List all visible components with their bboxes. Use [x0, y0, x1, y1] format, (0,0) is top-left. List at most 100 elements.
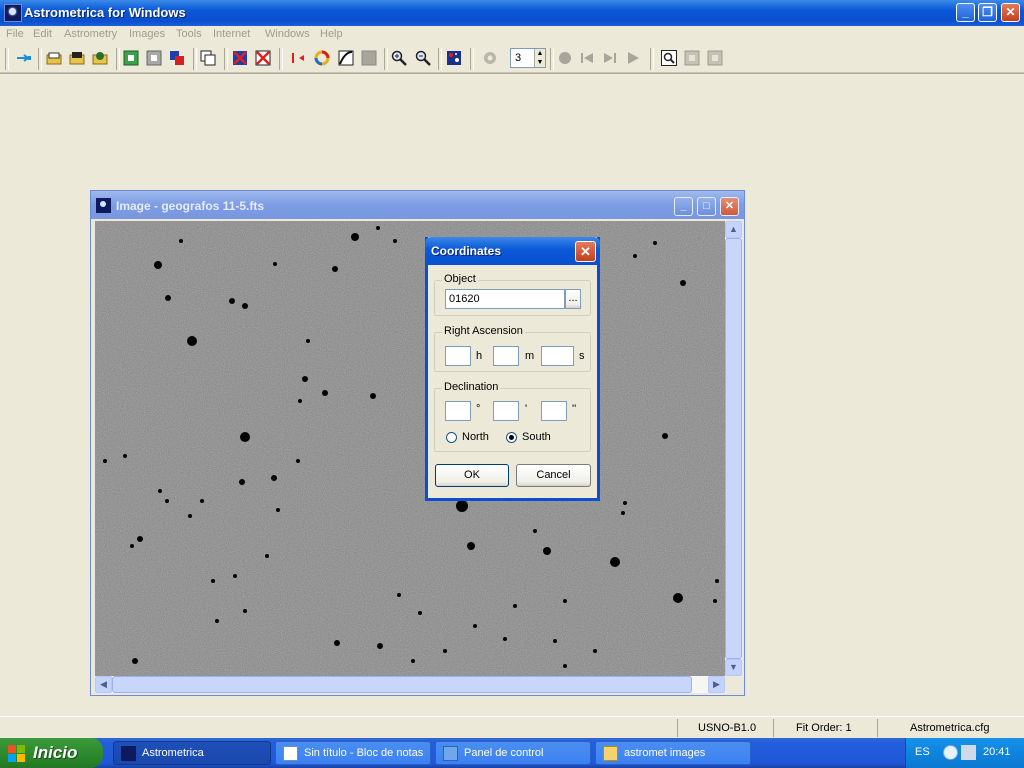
- dec-degrees-input[interactable]: [445, 401, 471, 421]
- star: [242, 303, 248, 309]
- language-indicator[interactable]: ES: [915, 746, 930, 758]
- north-label[interactable]: North: [462, 431, 489, 443]
- zoom-in-icon[interactable]: [391, 50, 407, 66]
- image-maximize-button[interactable]: □: [697, 197, 716, 216]
- object-browse-button[interactable]: ...: [565, 289, 581, 309]
- spin-down-icon[interactable]: ▼: [534, 58, 545, 67]
- status-fit-order: Fit Order: 1: [796, 722, 852, 734]
- add-image-icon[interactable]: [123, 50, 139, 66]
- star-field-image[interactable]: [95, 221, 725, 676]
- dec-arcsec-input[interactable]: [541, 401, 567, 421]
- gray-box-1-icon[interactable]: [684, 50, 700, 66]
- star: [543, 547, 551, 555]
- scroll-left-icon[interactable]: ◀: [95, 676, 112, 693]
- star: [467, 542, 475, 550]
- coordinates-dialog[interactable]: Coordinates ✕ Object 01620 ... Right Asc…: [425, 237, 600, 501]
- delete-red-icon[interactable]: [232, 50, 248, 66]
- network-icon[interactable]: [961, 745, 976, 760]
- gray-box-2-icon[interactable]: [707, 50, 723, 66]
- frame-spin-value[interactable]: 3: [515, 52, 521, 64]
- zoom-out-icon[interactable]: [415, 50, 431, 66]
- north-radio[interactable]: [446, 432, 457, 443]
- menu-windows[interactable]: Windows: [265, 28, 310, 40]
- disabled-gear-icon[interactable]: [482, 50, 498, 66]
- ra-minutes-input[interactable]: [493, 346, 519, 366]
- image-window-title-bar[interactable]: Image - geografos 11-5.fts _ □ ✕: [91, 191, 744, 219]
- menu-file[interactable]: File: [6, 28, 24, 40]
- south-label[interactable]: South: [522, 431, 551, 443]
- minimize-button[interactable]: _: [956, 3, 975, 22]
- play-icon[interactable]: [625, 50, 641, 66]
- task-astrometrica[interactable]: Astrometrica: [113, 741, 271, 765]
- color-wheel-icon[interactable]: [314, 50, 330, 66]
- status-config-panel: Astrometrica.cfg: [877, 719, 1024, 737]
- star: [673, 593, 683, 603]
- curve-icon[interactable]: [338, 50, 354, 66]
- flip-icon[interactable]: [290, 50, 306, 66]
- load-images-icon[interactable]: [92, 50, 108, 66]
- gray-square-icon[interactable]: [361, 50, 377, 66]
- star: [680, 280, 686, 286]
- vertical-scroll-thumb[interactable]: [725, 238, 742, 659]
- start-button[interactable]: Inicio: [0, 738, 103, 768]
- properties-icon[interactable]: [200, 50, 216, 66]
- magnifier-icon[interactable]: [661, 50, 677, 66]
- task-folder[interactable]: astromet images: [595, 741, 751, 765]
- menu-astrometry[interactable]: Astrometry: [64, 28, 117, 40]
- horizontal-scroll-thumb[interactable]: [112, 676, 692, 693]
- astrometrica-app-icon[interactable]: [4, 4, 22, 22]
- close-button[interactable]: ✕: [1001, 3, 1020, 22]
- record-icon[interactable]: [557, 50, 573, 66]
- spin-up-icon[interactable]: ▲: [534, 49, 545, 58]
- dec-arcmin-input[interactable]: [493, 401, 519, 421]
- star: [443, 649, 447, 653]
- menu-help[interactable]: Help: [320, 28, 343, 40]
- south-radio[interactable]: [506, 432, 517, 443]
- image-minimize-button[interactable]: _: [674, 197, 693, 216]
- cancel-button[interactable]: Cancel: [516, 464, 591, 487]
- tray-expand-icon[interactable]: [943, 745, 958, 760]
- star: [563, 599, 567, 603]
- status-catalog: USNO-B1.0: [698, 722, 757, 734]
- restore-button[interactable]: ❐: [978, 3, 997, 22]
- star: [265, 554, 269, 558]
- star: [322, 390, 328, 396]
- ra-seconds-input[interactable]: [541, 346, 574, 366]
- main-title-bar[interactable]: Astrometrica for Windows _ ❐ ✕: [0, 0, 1024, 26]
- open-folder-icon[interactable]: [46, 50, 62, 66]
- image-close-button[interactable]: ✕: [720, 197, 739, 216]
- vertical-scrollbar[interactable]: ▲ ▼: [725, 221, 742, 676]
- step-forward-icon[interactable]: [602, 50, 618, 66]
- task-control-panel[interactable]: Panel de control: [435, 741, 591, 765]
- object-input-value[interactable]: 01620: [449, 293, 480, 305]
- connect-icon[interactable]: [16, 50, 32, 66]
- close-red-icon[interactable]: [255, 50, 271, 66]
- menu-images[interactable]: Images: [129, 28, 165, 40]
- scroll-right-icon[interactable]: ▶: [708, 676, 725, 693]
- ra-hours-input[interactable]: [445, 346, 471, 366]
- open-images-icon[interactable]: [69, 50, 85, 66]
- star: [302, 376, 308, 382]
- frame-spin-control[interactable]: 3 ▲ ▼: [510, 48, 546, 68]
- ok-button[interactable]: OK: [435, 464, 509, 487]
- object-input[interactable]: 01620: [445, 289, 565, 309]
- blink-icon[interactable]: [169, 50, 185, 66]
- dialog-title-bar[interactable]: Coordinates ✕: [425, 237, 600, 265]
- scroll-down-icon[interactable]: ▼: [725, 659, 742, 676]
- star: [273, 262, 277, 266]
- horizontal-scrollbar[interactable]: ◀ ▶: [95, 676, 725, 693]
- scroll-up-icon[interactable]: ▲: [725, 221, 742, 238]
- image-window[interactable]: Image - geografos 11-5.fts _ □ ✕ ▲ ▼ ◀ ▶: [90, 190, 745, 696]
- star: [397, 593, 401, 597]
- dialog-close-button[interactable]: ✕: [575, 241, 596, 262]
- blank-image-icon[interactable]: [146, 50, 162, 66]
- task-notepad[interactable]: Sin título - Bloc de notas: [275, 741, 431, 765]
- menu-edit[interactable]: Edit: [33, 28, 52, 40]
- star-chart-icon[interactable]: [446, 50, 462, 66]
- menu-tools[interactable]: Tools: [176, 28, 202, 40]
- star: [165, 499, 169, 503]
- step-back-icon[interactable]: [579, 50, 595, 66]
- star: [376, 226, 380, 230]
- image-window-icon[interactable]: [96, 198, 111, 213]
- menu-internet[interactable]: Internet: [213, 28, 250, 40]
